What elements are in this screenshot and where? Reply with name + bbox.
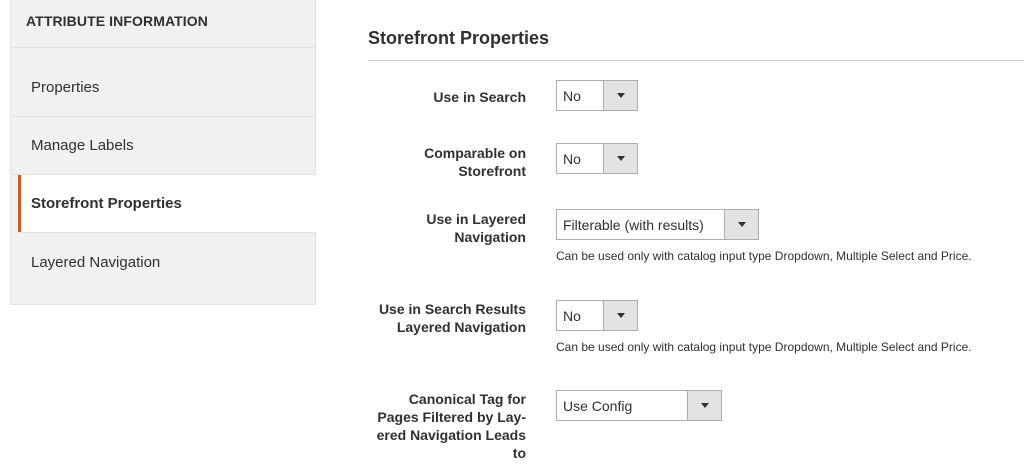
use-in-search-select[interactable]: No [556, 80, 638, 111]
use-in-layered-navigation-label: Use in Layered Navigation [336, 210, 526, 246]
label-line: Storefront [458, 163, 526, 179]
canonical-tag-select[interactable]: Use Config [556, 390, 722, 421]
sidebar-item-storefront-properties[interactable]: Storefront Properties [18, 175, 316, 233]
canonical-tag-label: Canonical Tag for Pages Filtered by Lay-… [336, 390, 526, 462]
section-title: Storefront Properties [368, 28, 550, 48]
search-results-layered-navigation-note: Can be used only with catalog input type… [556, 340, 972, 354]
select-value: Use Config [563, 397, 633, 414]
label-line: Pages Filtered by Lay- [377, 409, 526, 425]
sidebar-item-label: Manage Labels [31, 137, 134, 154]
label-text: Use in Search [433, 89, 526, 105]
chevron-down-icon [603, 144, 637, 173]
select-value: Filterable (with results) [563, 216, 704, 233]
label-line: Canonical Tag for [408, 391, 526, 407]
label-line: Use in Layered [426, 211, 526, 227]
chevron-down-icon [603, 301, 637, 330]
sidebar-item-layered-navigation[interactable]: Layered Navigation [11, 233, 315, 291]
search-results-layered-navigation-select[interactable]: No [556, 300, 638, 331]
layered-navigation-note: Can be used only with catalog input type… [556, 249, 972, 263]
comparable-on-storefront-label: Comparable on Storefront [336, 144, 526, 180]
select-value: No [563, 150, 581, 167]
use-in-layered-navigation-select[interactable]: Filterable (with results) [556, 209, 759, 240]
select-value: No [563, 87, 581, 104]
sidebar-item-properties[interactable]: Properties [11, 48, 315, 117]
sidebar-item-manage-labels[interactable]: Manage Labels [11, 117, 315, 175]
section-divider [368, 60, 1024, 61]
chevron-down-icon [603, 81, 637, 110]
label-line: Navigation [454, 229, 526, 245]
use-in-search-label: Use in Search [336, 88, 526, 106]
chevron-down-icon [724, 210, 758, 239]
label-line: Comparable on [424, 145, 526, 161]
sidebar-title: ATTRIBUTE INFORMATION [11, 0, 315, 48]
sidebar-item-label: Layered Navigation [31, 253, 161, 271]
label-line: ered Navigation Leads [376, 427, 526, 443]
search-results-layered-navigation-label: Use in Search Results Layered Navigation [336, 300, 526, 336]
attribute-information-sidebar: ATTRIBUTE INFORMATION Properties Manage … [10, 0, 316, 305]
label-line: Use in Search Results [378, 301, 526, 317]
sidebar-item-label: Properties [31, 78, 100, 96]
comparable-on-storefront-select[interactable]: No [556, 143, 638, 174]
chevron-down-icon [687, 391, 721, 420]
label-line: Layered Navigation [396, 319, 526, 335]
label-line: to [512, 445, 526, 461]
select-value: No [563, 307, 581, 324]
sidebar-item-label: Storefront Properties [31, 195, 182, 212]
